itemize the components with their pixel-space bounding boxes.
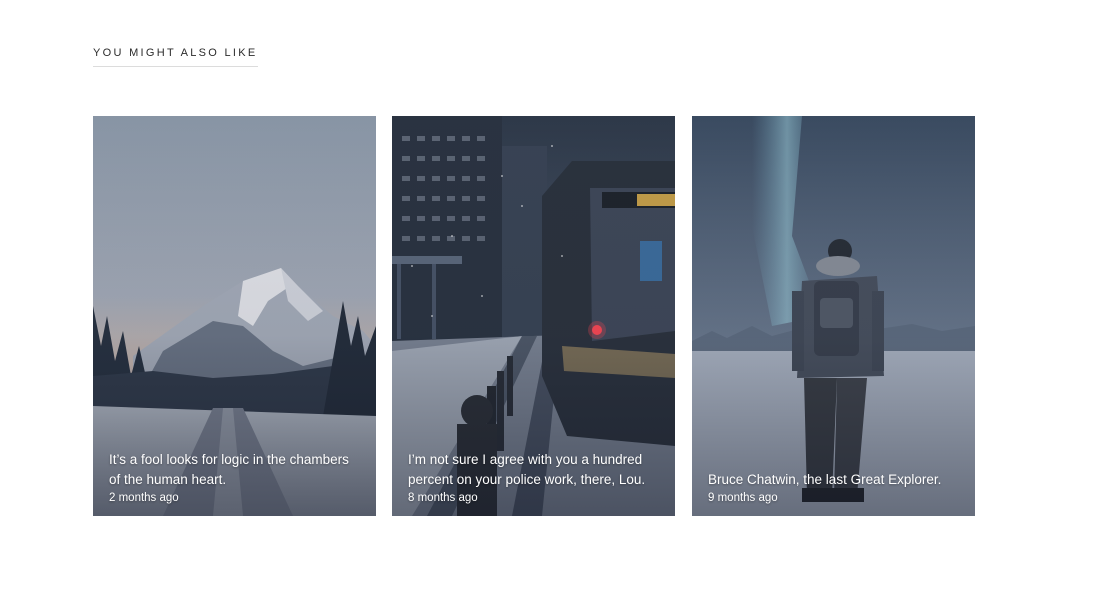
post-date: 8 months ago xyxy=(408,492,478,504)
section-title: YOU MIGHT ALSO LIKE xyxy=(93,47,258,67)
post-card-explorer[interactable]: Bruce Chatwin, the last Great Explorer. … xyxy=(692,116,975,516)
post-date: 2 months ago xyxy=(109,492,179,504)
image-overlay xyxy=(692,116,975,516)
post-title[interactable]: Bruce Chatwin, the last Great Explorer. xyxy=(708,470,961,490)
post-card-tram[interactable]: I’m not sure I agree with you a hundred … xyxy=(392,116,675,516)
related-posts-section: YOU MIGHT ALSO LIKE It’s a fool looks fo… xyxy=(0,0,1095,596)
post-title[interactable]: I’m not sure I agree with you a hundred … xyxy=(408,450,661,490)
post-card-mountain[interactable]: It’s a fool looks for logic in the chamb… xyxy=(93,116,376,516)
post-caption: Bruce Chatwin, the last Great Explorer. … xyxy=(708,470,961,506)
post-caption: I’m not sure I agree with you a hundred … xyxy=(408,450,661,506)
related-posts-grid: It’s a fool looks for logic in the chamb… xyxy=(93,116,976,516)
post-date: 9 months ago xyxy=(708,492,778,504)
post-caption: It’s a fool looks for logic in the chamb… xyxy=(109,450,362,506)
post-title[interactable]: It’s a fool looks for logic in the chamb… xyxy=(109,450,362,490)
